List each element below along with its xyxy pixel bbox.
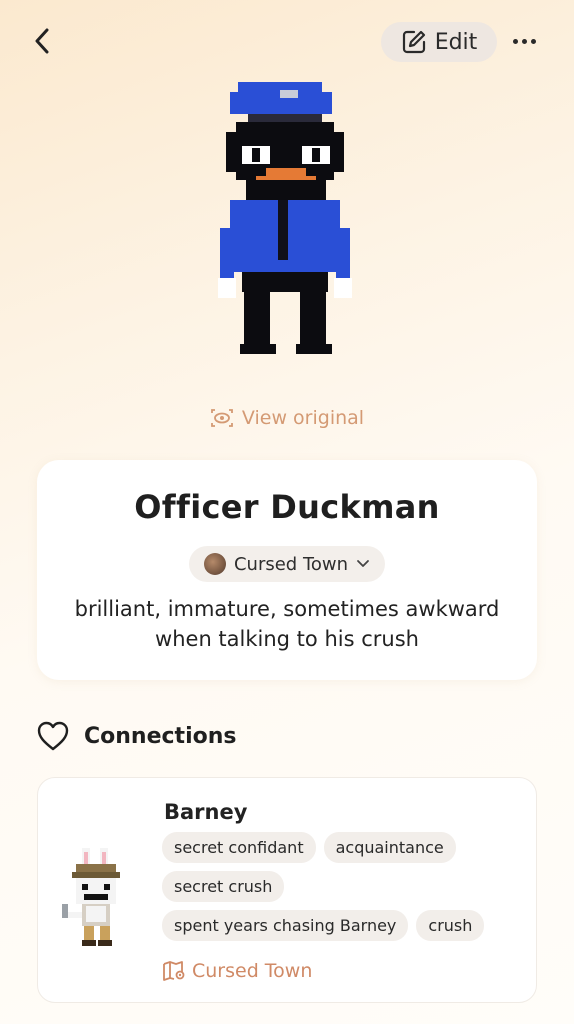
relationship-tag: secret confidant [162, 832, 316, 863]
connections-title: Connections [84, 723, 237, 749]
connections-header: Connections [36, 718, 236, 754]
heart-outline-icon [37, 721, 69, 751]
relationship-tag: spent years chasing Barney [162, 910, 409, 941]
world-selector[interactable]: Cursed Town [189, 546, 385, 582]
world-thumbnail [203, 553, 226, 575]
connection-avatar [62, 848, 132, 948]
view-original-label: View original [241, 407, 365, 429]
more-options-button[interactable] [506, 26, 542, 56]
eye-scan-icon [211, 409, 233, 427]
character-name: Officer Duckman [134, 488, 440, 526]
connection-card[interactable]: Barney secret confidant acquaintance sec… [37, 777, 537, 1003]
view-original-link[interactable]: View original [0, 402, 574, 434]
chevron-down-icon [357, 560, 369, 567]
character-description: brilliant, immature, sometimes awkward w… [74, 597, 500, 651]
relationship-tags: secret confidant acquaintance secret cru… [162, 832, 522, 949]
connection-world-name: Cursed Town [192, 960, 313, 982]
profile-card: Officer Duckman Cursed Town brilliant, i… [37, 460, 537, 680]
connection-world-link[interactable]: Cursed Town [162, 960, 312, 982]
edit-button[interactable]: Edit [381, 22, 497, 62]
pixel-bunny-image [62, 848, 120, 946]
relationship-tag: secret crush [162, 871, 285, 902]
edit-icon [402, 30, 425, 54]
character-avatar [200, 68, 370, 364]
connection-name: Barney [164, 800, 248, 824]
more-horizontal-icon [512, 38, 518, 44]
chevron-left-icon [35, 28, 49, 54]
relationship-tag: crush [416, 910, 485, 941]
map-pin-icon [163, 961, 185, 981]
back-button[interactable] [28, 26, 56, 56]
world-name: Cursed Town [233, 553, 349, 575]
edit-label: Edit [434, 29, 478, 55]
pixel-duck-officer-image [218, 82, 352, 354]
relationship-tag: acquaintance [323, 832, 456, 863]
